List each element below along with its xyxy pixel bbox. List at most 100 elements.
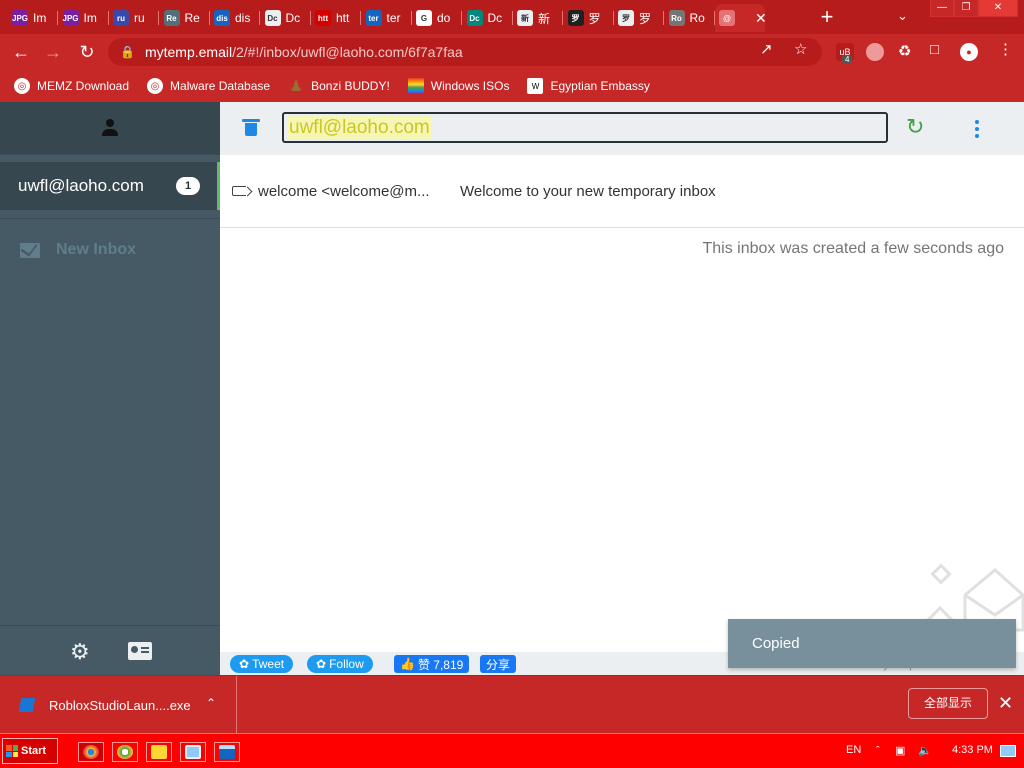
browser-tab[interactable]: ter ter <box>362 4 412 32</box>
tab-favicon-icon: JPG <box>62 10 79 26</box>
language-indicator[interactable]: EN <box>846 744 861 756</box>
browser-tab[interactable]: 罗罗 <box>614 4 664 32</box>
twitter-bird-icon: ✿ <box>316 657 327 671</box>
inbox-header: uwfl@laoho.com ↻ <box>220 102 1024 155</box>
browser-tab[interactable]: 罗罗 <box>564 4 614 32</box>
start-label: Start <box>21 745 47 757</box>
tweet-button[interactable]: ✿ Tweet <box>230 655 294 673</box>
follow-button[interactable]: ✿ Follow <box>307 655 373 673</box>
user-icon[interactable] <box>101 119 119 137</box>
ublock-badge: 4 <box>842 55 853 64</box>
refresh-icon[interactable]: ↻ <box>906 116 924 138</box>
account-avatar-icon[interactable]: ● <box>960 43 978 61</box>
tab-favicon-icon: 罗 <box>618 10 634 26</box>
browser-tab[interactable]: Dc Dc <box>463 4 513 32</box>
show-desktop-icon[interactable] <box>1000 745 1016 757</box>
side-panel-icon[interactable]: □ <box>930 41 939 58</box>
forward-arrow-icon[interactable]: → <box>42 42 64 62</box>
restore-window-button[interactable]: ❐ <box>954 0 978 17</box>
browser-tab[interactable]: 新新 <box>513 4 563 32</box>
tweet-label: Tweet <box>252 657 285 671</box>
inbox-address-label: uwfl@laoho.com <box>18 176 144 195</box>
browser-tab[interactable]: Dc Dc <box>261 4 311 32</box>
windows-flag-icon <box>6 745 18 757</box>
speaker-icon[interactable]: 🔈 <box>918 745 932 757</box>
tab-title: Dc <box>285 11 301 25</box>
up-arrow-icon[interactable]: ˆ <box>876 745 888 757</box>
share-icon[interactable]: ↗ <box>760 40 773 58</box>
close-window-button[interactable]: ✕ <box>978 0 1018 17</box>
tab-title: Im <box>33 11 47 25</box>
bookmark-item[interactable]: ≡ Windows ISOs <box>407 78 509 94</box>
address-bar[interactable]: 🔒 mytemp.email/2/#!/inbox/uwfl@laoho.com… <box>108 38 822 66</box>
envelope-icon <box>20 242 40 258</box>
browser-tab[interactable]: Re Re <box>160 4 210 32</box>
browser-tab[interactable]: ru ru <box>109 4 159 32</box>
bookmark-item[interactable]: W Egyptian Embassy <box>527 78 650 94</box>
globe-icon: ◎ <box>147 78 164 94</box>
url-host: mytemp.email <box>144 44 233 60</box>
tab-title: Re <box>184 11 200 25</box>
tab-favicon-icon: ru <box>113 10 129 26</box>
tab-favicon-icon: htt <box>315 10 331 26</box>
chrome-alt-taskbar-icon[interactable] <box>112 742 138 762</box>
browser-tab[interactable]: dis dis <box>210 4 260 32</box>
tab-strip: + ⌄ — ❐ ✕ JPG Im JPG Im ru ru Re Re dis dis Dc Dc ht… <box>0 0 1024 34</box>
globe-icon: ◎ <box>14 78 30 94</box>
bookmark-item[interactable]: ♟ Bonzi BUDDY! <box>288 78 389 95</box>
computer-taskbar-icon[interactable] <box>180 742 206 762</box>
bookmark-item[interactable]: ◎ MEMZ Download <box>14 78 129 94</box>
tab-title: Ro <box>689 11 705 25</box>
message-sender: welcome <welcome@m... <box>258 182 430 200</box>
rainbow-icon: ≡ <box>407 78 424 94</box>
browser-tab[interactable]: htt htt <box>311 4 361 32</box>
follow-label: Follow <box>329 657 364 671</box>
tab-title: ter <box>386 11 401 25</box>
close-download-bar-icon[interactable]: ✕ <box>998 693 1013 713</box>
bookmarks-bar: ◎ MEMZ Download ◎ Malware Database ♟ Bonzi BU… <box>0 70 1024 102</box>
show-all-downloads-button[interactable]: 全部显示 <box>908 688 988 719</box>
window-taskbar-icon[interactable] <box>214 742 240 762</box>
tab-search-chevron-icon[interactable]: ⌄ <box>897 8 908 24</box>
sidebar-item-inbox[interactable]: uwfl@laoho.com 1 <box>0 162 220 210</box>
url-path: /2/#!/inbox/uwfl@laoho.com/6f7a7faa <box>232 44 463 60</box>
message-row[interactable]: welcome <welcome@m... Welcome to your ne… <box>220 155 1024 228</box>
label-tag-icon <box>232 186 246 196</box>
email-address-input[interactable] <box>282 112 888 143</box>
facebook-share-button[interactable]: 分享 <box>480 655 517 673</box>
contact-card-icon[interactable] <box>128 642 152 660</box>
bookmark-item[interactable]: ◎ Malware Database <box>147 78 270 94</box>
clock[interactable]: 4:33 PM <box>952 744 993 756</box>
browser-tab[interactable]: JPG Im <box>8 4 58 32</box>
network-icon[interactable]: ▣ <box>895 745 907 757</box>
browser-tab[interactable]: Gdo <box>412 4 462 32</box>
profile-extension-icon[interactable] <box>866 43 884 61</box>
share-label: 分享 <box>486 657 511 672</box>
back-arrow-icon[interactable]: ← <box>10 42 32 62</box>
bookmark-star-icon[interactable]: ☆ <box>794 40 807 58</box>
trash-icon[interactable] <box>242 119 260 136</box>
browser-menu-icon[interactable]: ⋮ <box>998 40 1013 58</box>
bookmark-label: MEMZ Download <box>37 79 130 93</box>
new-tab-button[interactable]: + <box>817 6 837 28</box>
tab-title: 罗 <box>588 11 601 26</box>
minimize-window-button[interactable]: — <box>930 0 954 17</box>
tab-favicon-icon: ter <box>365 10 382 26</box>
tab-title: do <box>437 11 451 25</box>
tab-active[interactable]: @ ✕ <box>715 4 765 32</box>
browser-tab[interactable]: Ro Ro <box>665 4 715 32</box>
facebook-like-button[interactable]: 👍 赞 7,819 <box>394 655 470 673</box>
unread-count-badge: 1 <box>176 177 200 195</box>
folder-taskbar-icon[interactable] <box>146 742 172 762</box>
reload-icon[interactable]: ↻ <box>76 42 98 62</box>
close-tab-icon[interactable]: ✕ <box>755 10 765 27</box>
chrome-taskbar-icon[interactable] <box>78 742 104 762</box>
new-inbox-button[interactable]: New Inbox <box>20 241 136 259</box>
chevron-up-icon[interactable]: ⌃ <box>206 696 216 710</box>
browser-tab[interactable]: JPG Im <box>59 4 109 32</box>
download-item[interactable]: RobloxStudioLaun....exe ⌃ <box>0 676 237 734</box>
extensions-puzzle-icon[interactable]: ♻ <box>898 42 911 60</box>
gear-icon[interactable]: ⚙ <box>70 641 90 663</box>
more-vertical-icon[interactable] <box>975 120 979 138</box>
start-button[interactable]: Start <box>2 738 58 764</box>
